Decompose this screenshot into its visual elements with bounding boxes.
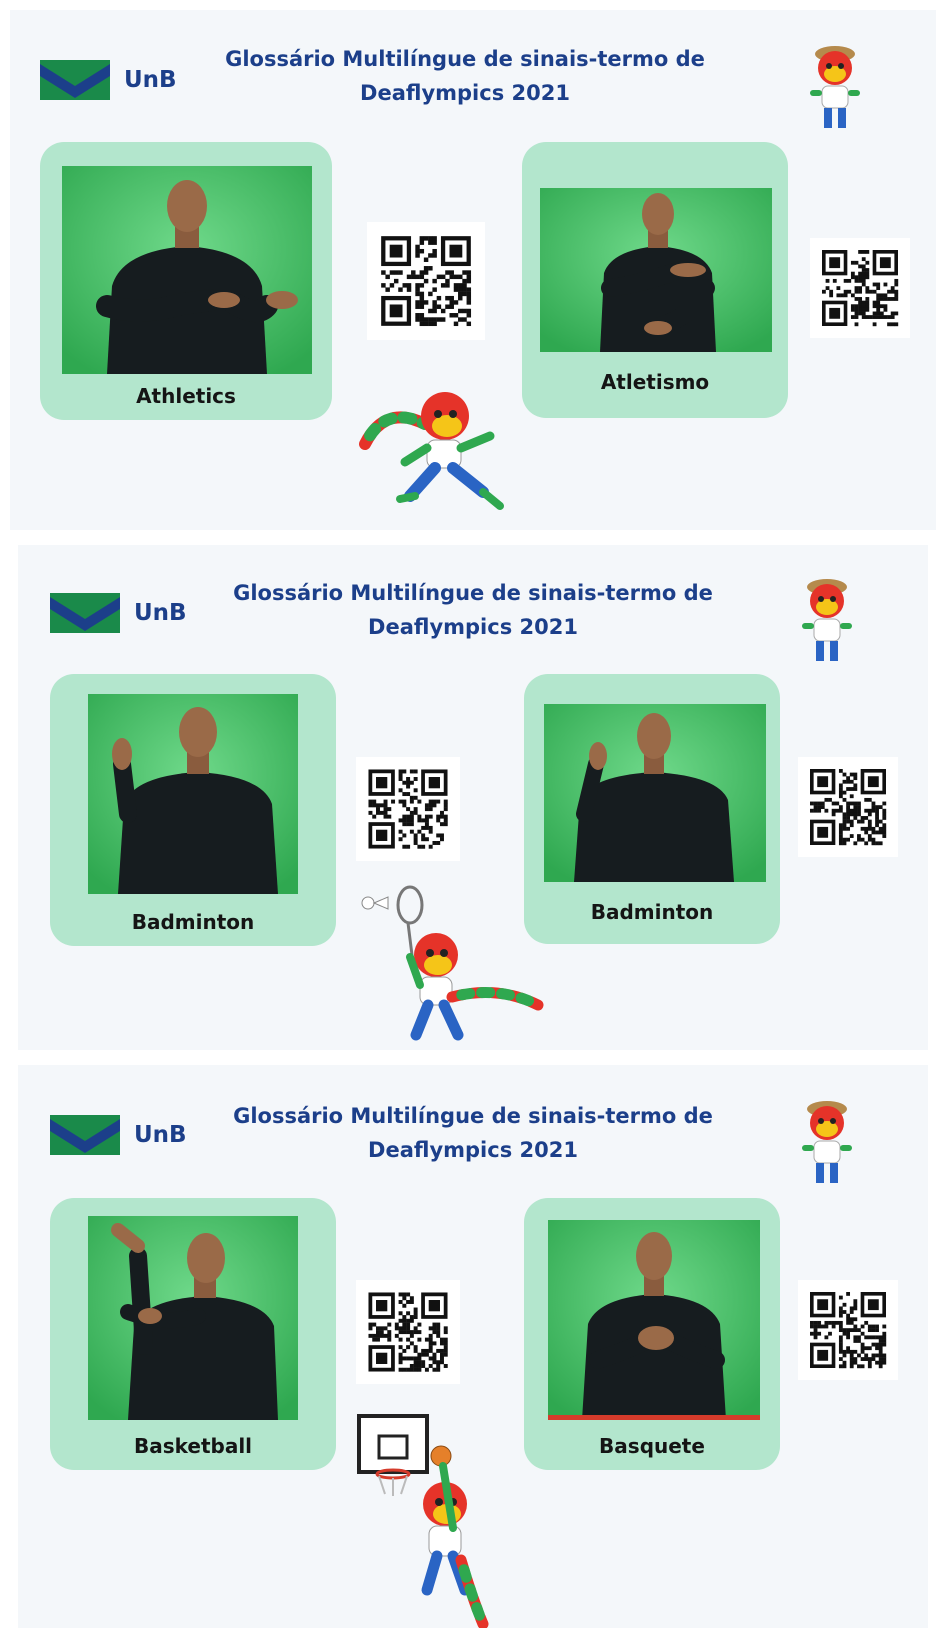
sign-caption: Basquete — [599, 1434, 705, 1458]
mascot-running-icon — [355, 384, 515, 514]
unb-logo: UnB — [40, 60, 177, 100]
sign-video-thumbnail[interactable] — [540, 188, 772, 352]
unb-logo: UnB — [50, 1115, 187, 1155]
video-progress-bar — [548, 1415, 760, 1420]
mascot-basketball-icon — [353, 1410, 513, 1628]
page-title: Glossário Multilíngue de sinais-termo de… — [195, 42, 735, 110]
title-line-2: Deaflympics 2021 — [368, 615, 578, 639]
sign-card-portuguese: Atletismo — [522, 142, 788, 418]
glossary-panel-athletics: UnB Glossário Multilíngue de sinais-term… — [10, 10, 936, 530]
unb-flag-icon — [50, 1115, 120, 1155]
mascot-badminton-icon — [348, 885, 548, 1045]
sign-card-english: Athletics — [40, 142, 332, 420]
sign-card-english: Badminton — [50, 674, 336, 946]
qr-code[interactable] — [356, 757, 460, 861]
unb-logo: UnB — [50, 593, 187, 633]
qr-code[interactable] — [798, 1280, 898, 1380]
sign-caption: Badminton — [590, 900, 714, 924]
qr-code[interactable] — [798, 757, 898, 857]
title-line-1: Glossário Multilíngue de sinais-termo de — [233, 1104, 713, 1128]
unb-flag-icon — [50, 593, 120, 633]
sign-caption: Basketball — [133, 1434, 253, 1458]
mascot-icon — [802, 40, 868, 132]
unb-logo-text: UnB — [134, 600, 187, 626]
title-line-2: Deaflympics 2021 — [360, 81, 570, 105]
qr-code[interactable] — [367, 222, 485, 340]
mascot-icon — [794, 1095, 860, 1187]
unb-logo-text: UnB — [124, 67, 177, 93]
unb-flag-icon — [40, 60, 110, 100]
glossary-panel-badminton: UnB Glossário Multilíngue de sinais-term… — [18, 545, 928, 1050]
qr-code[interactable] — [810, 238, 910, 338]
sign-caption: Badminton — [131, 910, 255, 934]
sign-card-portuguese: Basquete — [524, 1198, 780, 1470]
sign-card-english: Basketball — [50, 1198, 336, 1470]
sign-caption: Athletics — [136, 384, 236, 408]
sign-video-thumbnail[interactable] — [88, 1216, 298, 1420]
sign-card-portuguese: Badminton — [524, 674, 780, 944]
sign-video-thumbnail[interactable] — [548, 1220, 760, 1420]
sign-caption: Atletismo — [600, 370, 710, 394]
page-title: Glossário Multilíngue de sinais-termo de… — [203, 576, 743, 644]
title-line-2: Deaflympics 2021 — [368, 1138, 578, 1162]
sign-video-thumbnail[interactable] — [62, 166, 312, 374]
sign-video-thumbnail[interactable] — [544, 704, 766, 882]
qr-code[interactable] — [356, 1280, 460, 1384]
unb-logo-text: UnB — [134, 1122, 187, 1148]
title-line-1: Glossário Multilíngue de sinais-termo de — [225, 47, 705, 71]
sign-video-thumbnail[interactable] — [88, 694, 298, 894]
mascot-icon — [794, 573, 860, 665]
title-line-1: Glossário Multilíngue de sinais-termo de — [233, 581, 713, 605]
glossary-panel-basketball: UnB Glossário Multilíngue de sinais-term… — [18, 1065, 928, 1628]
page-title: Glossário Multilíngue de sinais-termo de… — [203, 1099, 743, 1167]
